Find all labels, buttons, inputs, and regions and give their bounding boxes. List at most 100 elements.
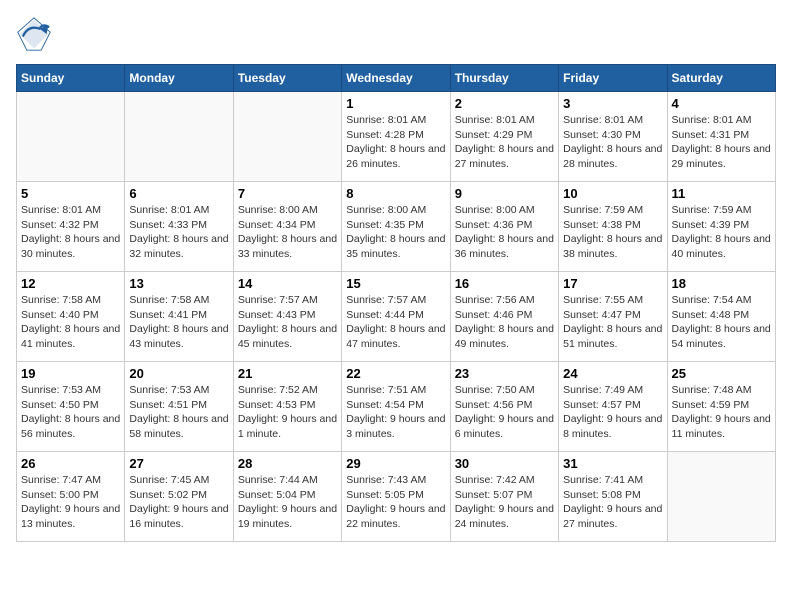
day-content: Sunrise: 8:01 AM Sunset: 4:29 PM Dayligh… — [455, 113, 554, 172]
day-content: Sunrise: 8:01 AM Sunset: 4:32 PM Dayligh… — [21, 203, 120, 262]
day-number: 20 — [129, 366, 228, 381]
calendar-cell: 16 Sunrise: 7:56 AM Sunset: 4:46 PM Dayli… — [450, 272, 558, 362]
day-number: 16 — [455, 276, 554, 291]
calendar-week-3: 12 Sunrise: 7:58 AM Sunset: 4:40 PM Dayli… — [17, 272, 776, 362]
calendar-cell: 1Sunrise: 8:01 AM Sunset: 4:28 PM Daylig… — [342, 92, 450, 182]
day-content: Sunrise: 8:01 AM Sunset: 4:33 PM Dayligh… — [129, 203, 228, 262]
day-number: 27 — [129, 456, 228, 471]
day-content: Sunrise: 8:00 AM Sunset: 4:35 PM Dayligh… — [346, 203, 445, 262]
day-number: 7 — [238, 186, 337, 201]
calendar-cell: 27 Sunrise: 7:45 AM Sunset: 5:02 PM Dayli… — [125, 452, 233, 542]
calendar-cell: 2 Sunrise: 8:01 AM Sunset: 4:29 PM Daylig… — [450, 92, 558, 182]
calendar-header: SundayMondayTuesdayWednesdayThursdayFrid… — [17, 65, 776, 92]
day-content: Sunrise: 8:00 AM Sunset: 4:36 PM Dayligh… — [455, 203, 554, 262]
weekday-header-monday: Monday — [125, 65, 233, 92]
day-content: Sunrise: 8:01 AM Sunset: 4:30 PM Dayligh… — [563, 113, 662, 172]
day-content: Sunrise: 7:47 AM Sunset: 5:00 PM Dayligh… — [21, 473, 120, 532]
day-content: Sunrise: 7:43 AM Sunset: 5:05 PM Dayligh… — [346, 473, 445, 532]
calendar-cell: 21Sunrise: 7:52 AM Sunset: 4:53 PM Dayli… — [233, 362, 341, 452]
calendar-week-5: 26 Sunrise: 7:47 AM Sunset: 5:00 PM Dayli… — [17, 452, 776, 542]
day-number: 6 — [129, 186, 228, 201]
calendar-cell: 14 Sunrise: 7:57 AM Sunset: 4:43 PM Dayli… — [233, 272, 341, 362]
calendar-cell: 19 Sunrise: 7:53 AM Sunset: 4:50 PM Dayli… — [17, 362, 125, 452]
calendar-cell: 25Sunrise: 7:48 AM Sunset: 4:59 PM Dayli… — [667, 362, 775, 452]
logo-icon — [16, 16, 52, 52]
calendar-body: 1Sunrise: 8:01 AM Sunset: 4:28 PM Daylig… — [17, 92, 776, 542]
calendar-cell: 17 Sunrise: 7:55 AM Sunset: 4:47 PM Dayli… — [559, 272, 667, 362]
day-content: Sunrise: 7:57 AM Sunset: 4:43 PM Dayligh… — [238, 293, 337, 352]
day-content: Sunrise: 7:50 AM Sunset: 4:56 PM Dayligh… — [455, 383, 554, 442]
calendar-cell: 26 Sunrise: 7:47 AM Sunset: 5:00 PM Dayli… — [17, 452, 125, 542]
day-content: Sunrise: 7:56 AM Sunset: 4:46 PM Dayligh… — [455, 293, 554, 352]
day-number: 11 — [672, 186, 771, 201]
day-number: 30 — [455, 456, 554, 471]
weekday-header-friday: Friday — [559, 65, 667, 92]
calendar-cell: 4 Sunrise: 8:01 AM Sunset: 4:31 PM Daylig… — [667, 92, 775, 182]
calendar-cell: 18 Sunrise: 7:54 AM Sunset: 4:48 PM Dayli… — [667, 272, 775, 362]
day-number: 24 — [563, 366, 662, 381]
day-number: 13 — [129, 276, 228, 291]
day-number: 4 — [672, 96, 771, 111]
day-content: Sunrise: 7:58 AM Sunset: 4:40 PM Dayligh… — [21, 293, 120, 352]
calendar-cell: 30 Sunrise: 7:42 AM Sunset: 5:07 PM Dayli… — [450, 452, 558, 542]
weekday-header-wednesday: Wednesday — [342, 65, 450, 92]
day-number: 22 — [346, 366, 445, 381]
day-number: 1 — [346, 96, 445, 111]
day-number: 28 — [238, 456, 337, 471]
day-number: 10 — [563, 186, 662, 201]
day-number: 25 — [672, 366, 771, 381]
day-number: 17 — [563, 276, 662, 291]
day-content: Sunrise: 7:52 AM Sunset: 4:53 PM Dayligh… — [238, 383, 337, 442]
day-content: Sunrise: 7:53 AM Sunset: 4:50 PM Dayligh… — [21, 383, 120, 442]
day-number: 18 — [672, 276, 771, 291]
calendar-week-4: 19 Sunrise: 7:53 AM Sunset: 4:50 PM Dayli… — [17, 362, 776, 452]
weekday-header-tuesday: Tuesday — [233, 65, 341, 92]
day-content: Sunrise: 7:59 AM Sunset: 4:39 PM Dayligh… — [672, 203, 771, 262]
calendar-week-1: 1Sunrise: 8:01 AM Sunset: 4:28 PM Daylig… — [17, 92, 776, 182]
calendar-cell: 6 Sunrise: 8:01 AM Sunset: 4:33 PM Daylig… — [125, 182, 233, 272]
day-content: Sunrise: 7:44 AM Sunset: 5:04 PM Dayligh… — [238, 473, 337, 532]
day-number: 15 — [346, 276, 445, 291]
day-content: Sunrise: 7:42 AM Sunset: 5:07 PM Dayligh… — [455, 473, 554, 532]
day-number: 23 — [455, 366, 554, 381]
calendar-cell: 12 Sunrise: 7:58 AM Sunset: 4:40 PM Dayli… — [17, 272, 125, 362]
day-content: Sunrise: 7:49 AM Sunset: 4:57 PM Dayligh… — [563, 383, 662, 442]
calendar-cell: 31 Sunrise: 7:41 AM Sunset: 5:08 PM Dayli… — [559, 452, 667, 542]
day-number: 19 — [21, 366, 120, 381]
day-number: 31 — [563, 456, 662, 471]
calendar-cell: 3 Sunrise: 8:01 AM Sunset: 4:30 PM Daylig… — [559, 92, 667, 182]
day-content: Sunrise: 7:41 AM Sunset: 5:08 PM Dayligh… — [563, 473, 662, 532]
day-number: 2 — [455, 96, 554, 111]
calendar-cell: 10Sunrise: 7:59 AM Sunset: 4:38 PM Dayli… — [559, 182, 667, 272]
day-number: 5 — [21, 186, 120, 201]
weekday-header-thursday: Thursday — [450, 65, 558, 92]
day-number: 3 — [563, 96, 662, 111]
calendar-cell: 7Sunrise: 8:00 AM Sunset: 4:34 PM Daylig… — [233, 182, 341, 272]
calendar-cell: 23 Sunrise: 7:50 AM Sunset: 4:56 PM Dayli… — [450, 362, 558, 452]
day-number: 14 — [238, 276, 337, 291]
calendar-cell: 28 Sunrise: 7:44 AM Sunset: 5:04 PM Dayli… — [233, 452, 341, 542]
day-content: Sunrise: 7:51 AM Sunset: 4:54 PM Dayligh… — [346, 383, 445, 442]
day-content: Sunrise: 7:54 AM Sunset: 4:48 PM Dayligh… — [672, 293, 771, 352]
day-content: Sunrise: 7:45 AM Sunset: 5:02 PM Dayligh… — [129, 473, 228, 532]
calendar-cell: 13Sunrise: 7:58 AM Sunset: 4:41 PM Dayli… — [125, 272, 233, 362]
calendar-cell: 15 Sunrise: 7:57 AM Sunset: 4:44 PM Dayli… — [342, 272, 450, 362]
calendar-cell — [125, 92, 233, 182]
day-number: 8 — [346, 186, 445, 201]
day-number: 12 — [21, 276, 120, 291]
logo — [16, 16, 56, 52]
day-number: 26 — [21, 456, 120, 471]
calendar-cell: 8 Sunrise: 8:00 AM Sunset: 4:35 PM Daylig… — [342, 182, 450, 272]
day-content: Sunrise: 7:53 AM Sunset: 4:51 PM Dayligh… — [129, 383, 228, 442]
day-content: Sunrise: 7:57 AM Sunset: 4:44 PM Dayligh… — [346, 293, 445, 352]
page-header — [16, 16, 776, 52]
weekday-header-sunday: Sunday — [17, 65, 125, 92]
calendar-cell: 5 Sunrise: 8:01 AM Sunset: 4:32 PM Daylig… — [17, 182, 125, 272]
calendar-cell: 22 Sunrise: 7:51 AM Sunset: 4:54 PM Dayli… — [342, 362, 450, 452]
calendar-cell: 9Sunrise: 8:00 AM Sunset: 4:36 PM Daylig… — [450, 182, 558, 272]
calendar-cell — [667, 452, 775, 542]
calendar-cell — [233, 92, 341, 182]
day-content: Sunrise: 7:55 AM Sunset: 4:47 PM Dayligh… — [563, 293, 662, 352]
day-content: Sunrise: 8:01 AM Sunset: 4:31 PM Dayligh… — [672, 113, 771, 172]
calendar-cell: 24 Sunrise: 7:49 AM Sunset: 4:57 PM Dayli… — [559, 362, 667, 452]
